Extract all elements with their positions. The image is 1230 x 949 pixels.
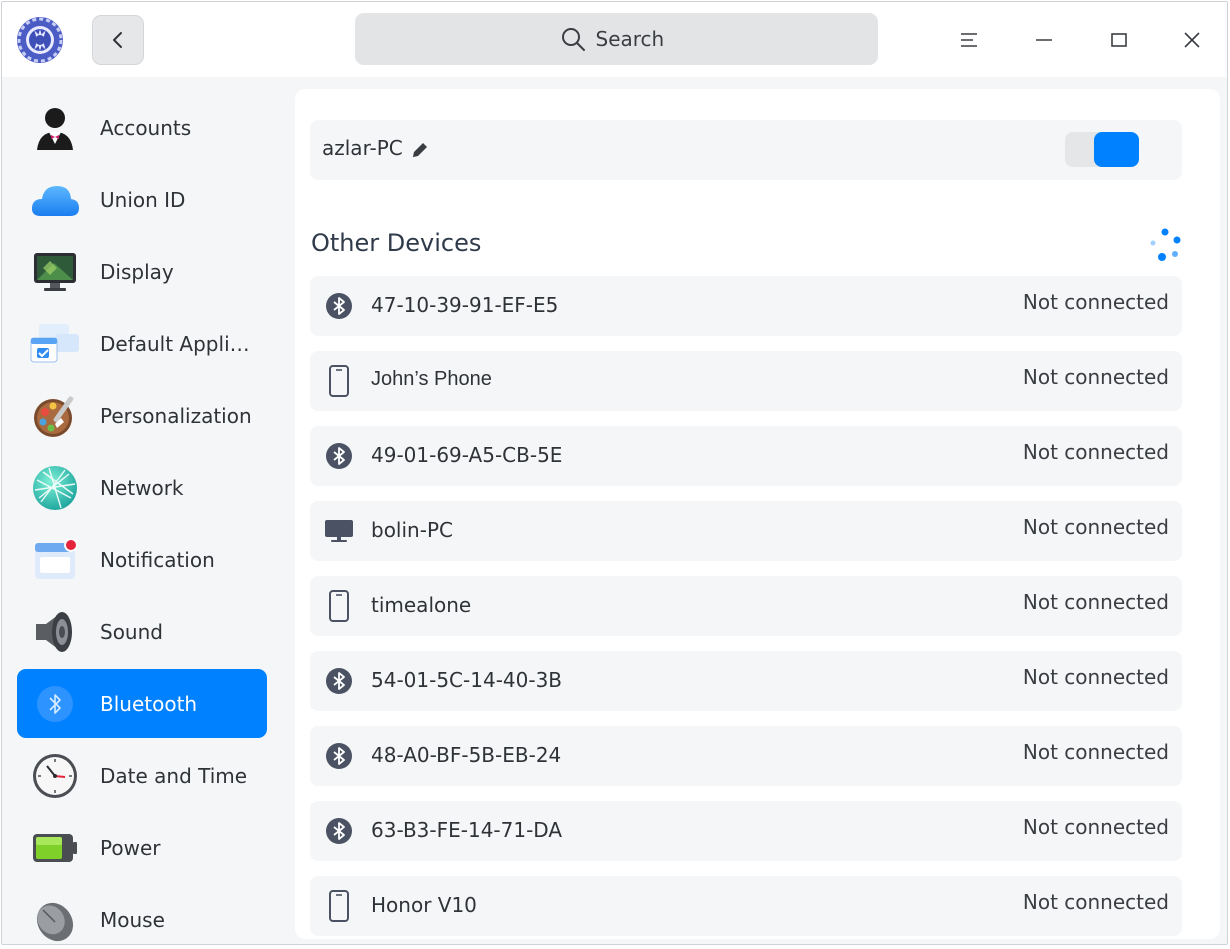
sidebar-item-network[interactable]: Network [17, 453, 267, 522]
sidebar-item-personalization[interactable]: Personalization [17, 381, 267, 450]
loading-spinner-icon [1145, 225, 1185, 265]
device-row[interactable]: 49-01-69-A5-CB-5E Not connected [310, 426, 1182, 486]
sidebar-item-label: Personalization [100, 403, 252, 428]
device-status: Not connected [1022, 590, 1169, 614]
edit-name-button[interactable] [410, 140, 430, 165]
sidebar-item-label: Bluetooth [100, 691, 198, 716]
search-input[interactable] [595, 27, 674, 51]
search-icon [561, 28, 585, 51]
device-name: 49-01-69-A5-CB-5E [371, 443, 563, 467]
control-center-window: Accounts Union ID [1, 1, 1228, 945]
device-status: Not connected [1022, 440, 1169, 464]
device-name: timealone [371, 593, 472, 617]
minimize-button[interactable] [1024, 20, 1064, 60]
sidebar-item-label: Accounts [100, 115, 192, 140]
control-center-logo-icon [16, 16, 64, 64]
sidebar-item-union-id[interactable]: Union ID [17, 165, 267, 234]
main-menu-button[interactable] [949, 20, 989, 60]
sidebar-item-accounts[interactable]: Accounts [17, 93, 267, 162]
device-name: 48-A0-BF-5B-EB-24 [371, 743, 562, 767]
sidebar-item-mouse[interactable]: Mouse [17, 885, 267, 945]
display-icon [27, 244, 83, 300]
device-row[interactable]: John’s Phone Not connected [310, 351, 1182, 411]
bluetooth-toggle[interactable] [1065, 132, 1139, 167]
device-row[interactable]: 47-10-39-91-EF-E5 Not connected [310, 276, 1182, 336]
close-button[interactable] [1172, 20, 1212, 60]
close-icon [1184, 32, 1200, 48]
default-apps-icon [27, 316, 83, 372]
search-box[interactable] [355, 13, 878, 65]
device-status: Not connected [1022, 665, 1169, 689]
sidebar-item-label: Power [100, 835, 161, 860]
chevron-left-icon [113, 32, 122, 48]
device-name: 63-B3-FE-14-71-DA [371, 818, 563, 842]
device-status: Not connected [1022, 290, 1169, 314]
device-row[interactable]: bolin-PC Not connected [310, 501, 1182, 561]
sidebar-item-display[interactable]: Display [17, 237, 267, 306]
device-row[interactable]: 48-A0-BF-5B-EB-24 Not connected [310, 726, 1182, 786]
sidebar-item-label: Display [100, 259, 174, 284]
sidebar: Accounts Union ID Display Default Applic… [2, 77, 283, 945]
bluetooth-icon [323, 440, 355, 472]
sidebar-item-label: Notification [100, 547, 215, 572]
device-name: Honor V10 [371, 893, 477, 917]
pencil-icon [413, 143, 427, 157]
sidebar-item-default-applications[interactable]: Default Applications [17, 309, 267, 378]
palette-icon [27, 388, 83, 444]
bluetooth-icon [323, 740, 355, 772]
computer-icon [323, 515, 355, 547]
speaker-icon [27, 604, 83, 660]
device-name: 47-10-39-91-EF-E5 [371, 293, 559, 317]
device-status: Not connected [1022, 890, 1169, 914]
bluetooth-host-row: azlar-PC [310, 120, 1182, 180]
device-status: Not connected [1022, 815, 1169, 839]
device-row[interactable]: Honor V10 Not connected [310, 876, 1182, 936]
device-status: Not connected [1022, 515, 1169, 539]
sidebar-item-bluetooth[interactable]: Bluetooth [17, 669, 267, 738]
sidebar-item-date-and-time[interactable]: Date and Time [17, 741, 267, 810]
bluetooth-icon [323, 815, 355, 847]
notification-icon [27, 532, 83, 588]
device-row[interactable]: 54-01-5C-14-40-3B Not connected [310, 651, 1182, 711]
phone-icon [323, 365, 355, 397]
menu-icon [961, 33, 977, 47]
host-name: azlar-PC [322, 136, 403, 160]
bluetooth-icon [323, 665, 355, 697]
sidebar-item-power[interactable]: Power [17, 813, 267, 882]
sidebar-item-sound[interactable]: Sound [17, 597, 267, 666]
toggle-knob [1094, 132, 1139, 167]
device-row[interactable]: timealone Not connected [310, 576, 1182, 636]
network-icon [27, 460, 83, 516]
sidebar-item-notification[interactable]: Notification [17, 525, 267, 594]
titlebar [2, 2, 1227, 77]
device-status: Not connected [1022, 740, 1169, 764]
device-row[interactable]: 63-B3-FE-14-71-DA Not connected [310, 801, 1182, 861]
device-name: John’s Phone [371, 368, 492, 390]
accounts-icon [27, 100, 83, 156]
device-name: bolin-PC [371, 518, 453, 542]
minimize-icon [1036, 39, 1052, 41]
phone-icon [323, 590, 355, 622]
maximize-icon [1111, 33, 1127, 47]
sidebar-item-label: Mouse [100, 907, 165, 932]
bluetooth-icon [27, 676, 83, 732]
sidebar-item-label: Sound [100, 619, 163, 644]
mouse-icon [27, 892, 83, 945]
device-status: Not connected [1022, 365, 1169, 389]
back-button[interactable] [92, 15, 144, 65]
cloud-icon [27, 172, 83, 228]
clock-icon [27, 748, 83, 804]
device-name: 54-01-5C-14-40-3B [371, 668, 563, 692]
sidebar-item-label: Network [100, 475, 184, 500]
battery-icon [27, 820, 83, 876]
bluetooth-settings-panel: azlar-PC Other Devices 47-10-39-91-EF-E5… [295, 89, 1220, 939]
sidebar-item-label: Date and Time [100, 763, 248, 788]
sidebar-item-label: Union ID [100, 187, 186, 212]
bluetooth-icon [323, 290, 355, 322]
sidebar-item-label: Default Applications [100, 331, 260, 356]
phone-icon [323, 890, 355, 922]
maximize-button[interactable] [1099, 20, 1139, 60]
other-devices-heading: Other Devices [311, 229, 482, 257]
